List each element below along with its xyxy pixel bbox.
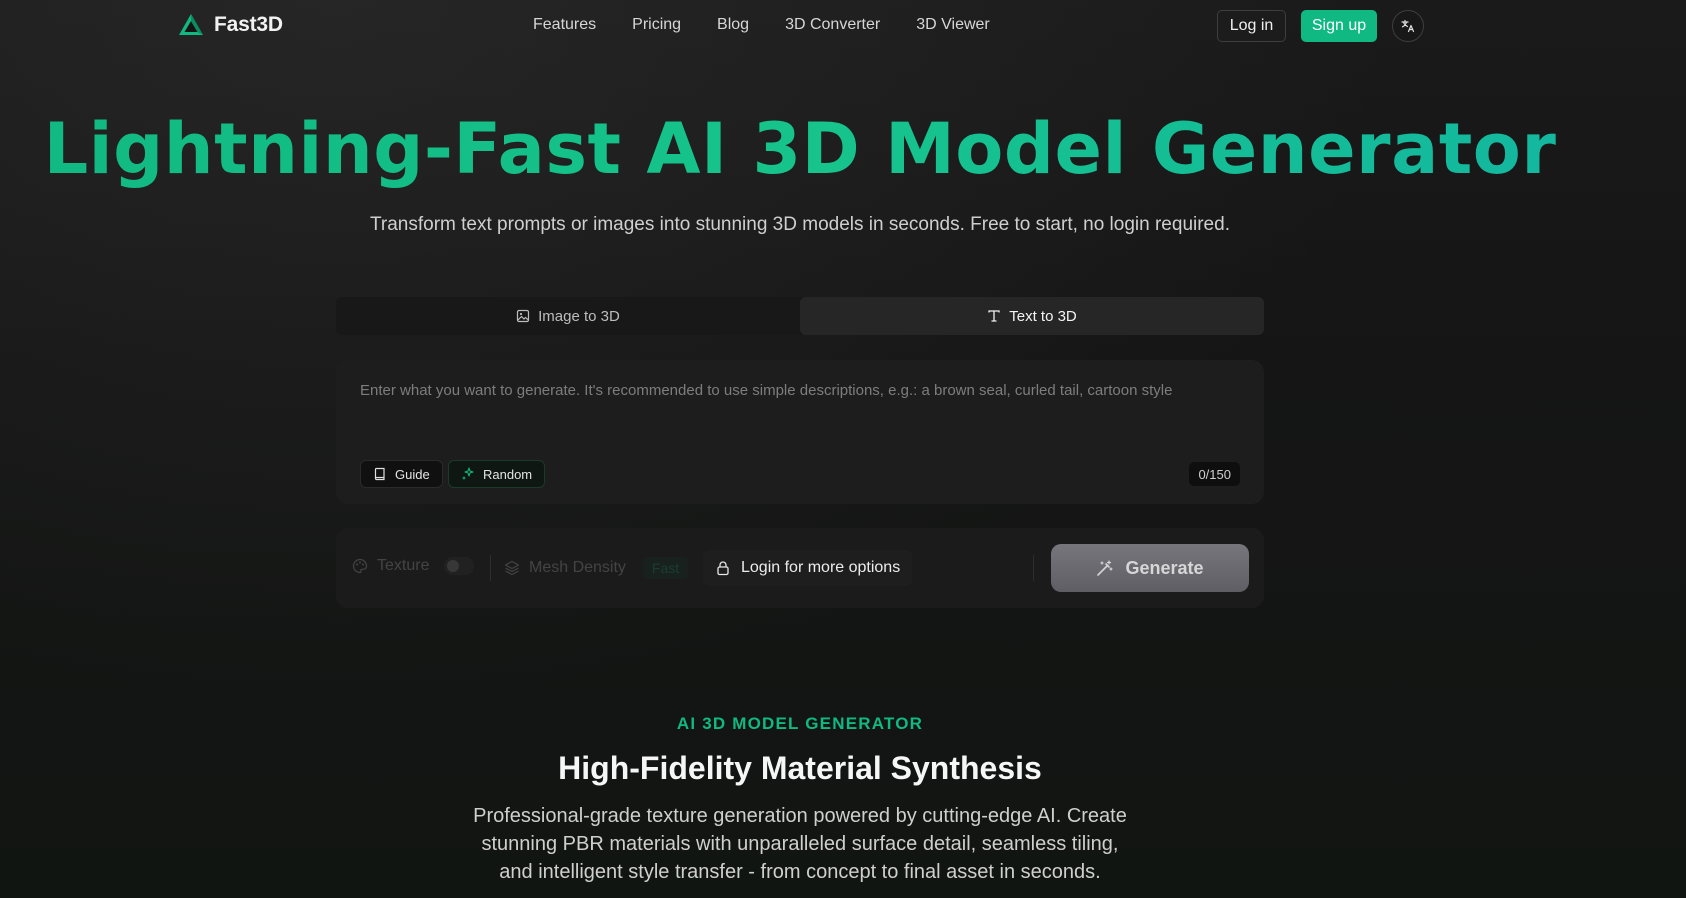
- texture-option: Texture: [352, 557, 475, 575]
- top-navbar: Fast3D Features Pricing Blog 3D Converte…: [0, 0, 1686, 52]
- lock-icon: [717, 561, 729, 576]
- mode-tabs: Image to 3D Text to 3D: [336, 297, 1264, 335]
- login-more-options-button[interactable]: Login for more options: [703, 550, 913, 586]
- layers-icon: [504, 560, 520, 576]
- tab-image-to-3d[interactable]: Image to 3D: [336, 297, 800, 335]
- login-button[interactable]: Log in: [1217, 10, 1286, 42]
- hero-subtitle: Transform text prompts or images into st…: [370, 214, 1230, 235]
- section-eyebrow: AI 3D MODEL GENERATOR: [676, 714, 924, 733]
- guide-label: Guide: [395, 466, 430, 482]
- image-icon: [517, 309, 530, 323]
- signup-button[interactable]: Sign up: [1301, 10, 1377, 42]
- divider: [1033, 555, 1034, 581]
- texture-label: Texture: [377, 557, 430, 574]
- translate-icon: [1401, 19, 1415, 33]
- sparkles-icon: [462, 467, 474, 480]
- guide-button[interactable]: Guide: [360, 460, 443, 488]
- mesh-density-option: Mesh Density Fast: [504, 557, 689, 579]
- prompt-card: Guide Random 0/150: [336, 360, 1264, 504]
- generate-label: Generate: [1125, 557, 1204, 578]
- nav-links: Features Pricing Blog 3D Converter 3D Vi…: [533, 16, 990, 34]
- brand-logo-link[interactable]: Fast3D: [178, 12, 283, 38]
- palette-icon: [352, 558, 368, 574]
- magic-wand-icon: [1097, 559, 1114, 576]
- hero-title: Lightning-Fast AI 3D Model Generator: [0, 108, 1600, 188]
- fast3d-logo-icon: [179, 14, 203, 35]
- brand-name: Fast3D: [214, 13, 283, 36]
- nav-link-blog[interactable]: Blog: [717, 16, 749, 34]
- tab-label: Image to 3D: [538, 307, 620, 325]
- generation-options-bar: Texture Mesh Density Fast Login for more…: [336, 528, 1264, 608]
- nav-link-3d-converter[interactable]: 3D Converter: [785, 16, 880, 34]
- divider: [490, 555, 491, 581]
- nav-link-3d-viewer[interactable]: 3D Viewer: [916, 16, 990, 34]
- language-button[interactable]: [1392, 10, 1424, 42]
- texture-toggle[interactable]: [444, 557, 475, 575]
- mesh-density-label: Mesh Density: [529, 559, 626, 576]
- tab-label: Text to 3D: [1009, 307, 1077, 325]
- mesh-density-value[interactable]: Fast: [642, 557, 689, 579]
- prompt-input[interactable]: [360, 382, 1240, 442]
- random-label: Random: [483, 466, 533, 482]
- book-icon: [374, 467, 385, 481]
- character-counter: 0/150: [1189, 462, 1240, 486]
- section-description: Professional-grade texture generation po…: [473, 805, 1127, 883]
- random-button[interactable]: Random: [448, 460, 546, 488]
- section-title: High-Fidelity Material Synthesis: [558, 750, 1042, 786]
- nav-link-features[interactable]: Features: [533, 16, 596, 34]
- generate-button[interactable]: Generate: [1051, 544, 1249, 592]
- tab-text-to-3d[interactable]: Text to 3D: [800, 297, 1264, 335]
- nav-link-pricing[interactable]: Pricing: [632, 16, 681, 34]
- login-more-label: Login for more options: [741, 559, 901, 576]
- text-icon: [988, 310, 1000, 322]
